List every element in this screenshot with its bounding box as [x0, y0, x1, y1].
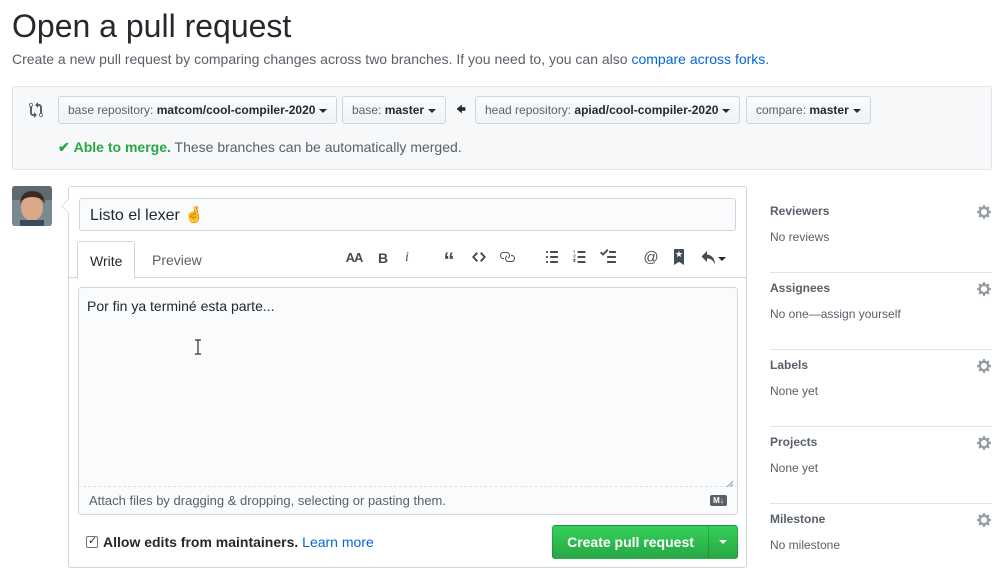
chevron-down-icon [852, 108, 861, 113]
base-repo-label: base repository: [68, 103, 154, 117]
resize-grip-icon[interactable] [726, 475, 734, 488]
create-options-dropdown[interactable] [708, 526, 738, 558]
attach-files-bar[interactable]: Attach files by dragging & dropping, sel… [78, 487, 738, 515]
link-icon[interactable] [498, 249, 516, 267]
tab-preview[interactable]: Preview [140, 241, 214, 279]
base-label: base: [352, 103, 382, 117]
code-icon[interactable] [470, 249, 488, 267]
page-subtitle: Create a new pull request by comparing c… [12, 51, 769, 67]
italic-icon[interactable]: i [398, 249, 416, 267]
sidebar-value[interactable]: No one—assign yourself [770, 307, 901, 321]
chevron-down-icon [428, 108, 437, 113]
gear-icon[interactable] [976, 435, 992, 451]
sidebar-title[interactable]: Milestone [770, 512, 825, 526]
ordered-list-icon[interactable] [571, 249, 589, 267]
sidebar-section-reviewers: Reviewers No reviews [770, 196, 992, 273]
sidebar-title[interactable]: Labels [770, 358, 808, 372]
pr-body-text: Por fin ya terminé esta parte... [87, 298, 275, 314]
merge-message: These branches can be automatically merg… [174, 139, 462, 155]
compare-branch-select[interactable]: compare: master [746, 96, 871, 124]
bold-icon[interactable]: B [374, 249, 392, 267]
sidebar-title[interactable]: Projects [770, 435, 817, 449]
gear-icon[interactable] [976, 204, 992, 220]
sidebar-title[interactable]: Assignees [770, 281, 830, 295]
learn-more-link[interactable]: Learn more [302, 534, 374, 550]
allow-edits-checkbox[interactable] [86, 534, 98, 548]
arrow-left-icon [456, 102, 468, 116]
gear-icon[interactable] [976, 281, 992, 297]
head-repo-value: apiad/cool-compiler-2020 [574, 103, 719, 117]
sidebar-section-assignees: Assignees No one—assign yourself [770, 273, 992, 350]
attach-files-text: Attach files by dragging & dropping, sel… [89, 493, 446, 508]
sidebar-value: No milestone [770, 538, 841, 552]
base-repo-value: matcom/cool-compiler-2020 [156, 103, 316, 117]
sidebar-value: None yet [770, 384, 819, 398]
avatar [12, 186, 52, 226]
merge-status: ✔ Able to merge. These branches can be a… [58, 139, 462, 156]
chevron-down-icon [719, 540, 727, 544]
gear-icon[interactable] [976, 512, 992, 528]
text-size-icon[interactable]: AA [345, 249, 364, 267]
head-repo-label: head repository: [485, 103, 572, 117]
check-icon: ✔ [58, 139, 70, 155]
text-cursor-icon [194, 339, 202, 355]
base-repository-select[interactable]: base repository: matcom/cool-compiler-20… [58, 96, 338, 124]
allow-edits-label: Allow edits from maintainers. [103, 534, 299, 550]
mention-icon[interactable]: @ [642, 249, 660, 267]
create-pull-request-button[interactable]: Create pull request [553, 526, 708, 558]
compare-icon [29, 102, 45, 118]
reply-icon[interactable] [699, 249, 727, 267]
page-title: Open a pull request [12, 8, 292, 44]
tab-write[interactable]: Write [77, 241, 136, 279]
saved-reply-icon[interactable] [670, 249, 688, 267]
base-branch-select[interactable]: base: master [342, 96, 447, 124]
subtitle-text: Create a new pull request by comparing c… [12, 51, 628, 67]
chevron-down-icon [722, 108, 731, 113]
sidebar-value: None yet [770, 461, 819, 475]
pull-request-form: Write Preview AA B i “ @ Por fin ya term… [61, 186, 747, 568]
compare-across-forks-link[interactable]: compare across forks [631, 51, 765, 67]
range-editor: base repository: matcom/cool-compiler-20… [12, 86, 992, 170]
quote-icon[interactable]: “ [440, 249, 458, 273]
markdown-icon: M↓ [710, 495, 727, 506]
sidebar-value: No reviews [770, 230, 830, 244]
unordered-list-icon[interactable] [543, 249, 561, 267]
create-pull-request-button-group: Create pull request [552, 525, 738, 559]
compare-value: master [809, 103, 849, 117]
allow-edits-option: Allow edits from maintainers. Learn more [86, 534, 374, 550]
pr-body-textarea[interactable]: Por fin ya terminé esta parte... [78, 287, 738, 488]
base-value: master [384, 103, 425, 117]
chevron-down-icon [319, 108, 328, 113]
sidebar-title[interactable]: Reviewers [770, 204, 829, 218]
subtitle-end: . [765, 51, 770, 67]
sidebar-section-projects: Projects None yet [770, 427, 992, 504]
gear-icon[interactable] [976, 358, 992, 374]
head-repository-select[interactable]: head repository: apiad/cool-compiler-202… [475, 96, 741, 124]
sidebar-section-labels: Labels None yet [770, 350, 992, 427]
compare-label: compare: [756, 103, 807, 117]
merge-ok-label: Able to merge. [73, 139, 171, 155]
sidebar-section-milestone: Milestone No milestone [770, 504, 992, 579]
task-list-icon[interactable] [599, 249, 617, 267]
sidebar: Reviewers No reviews Assignees No one—as… [770, 196, 992, 579]
pr-title-input[interactable] [79, 198, 736, 231]
